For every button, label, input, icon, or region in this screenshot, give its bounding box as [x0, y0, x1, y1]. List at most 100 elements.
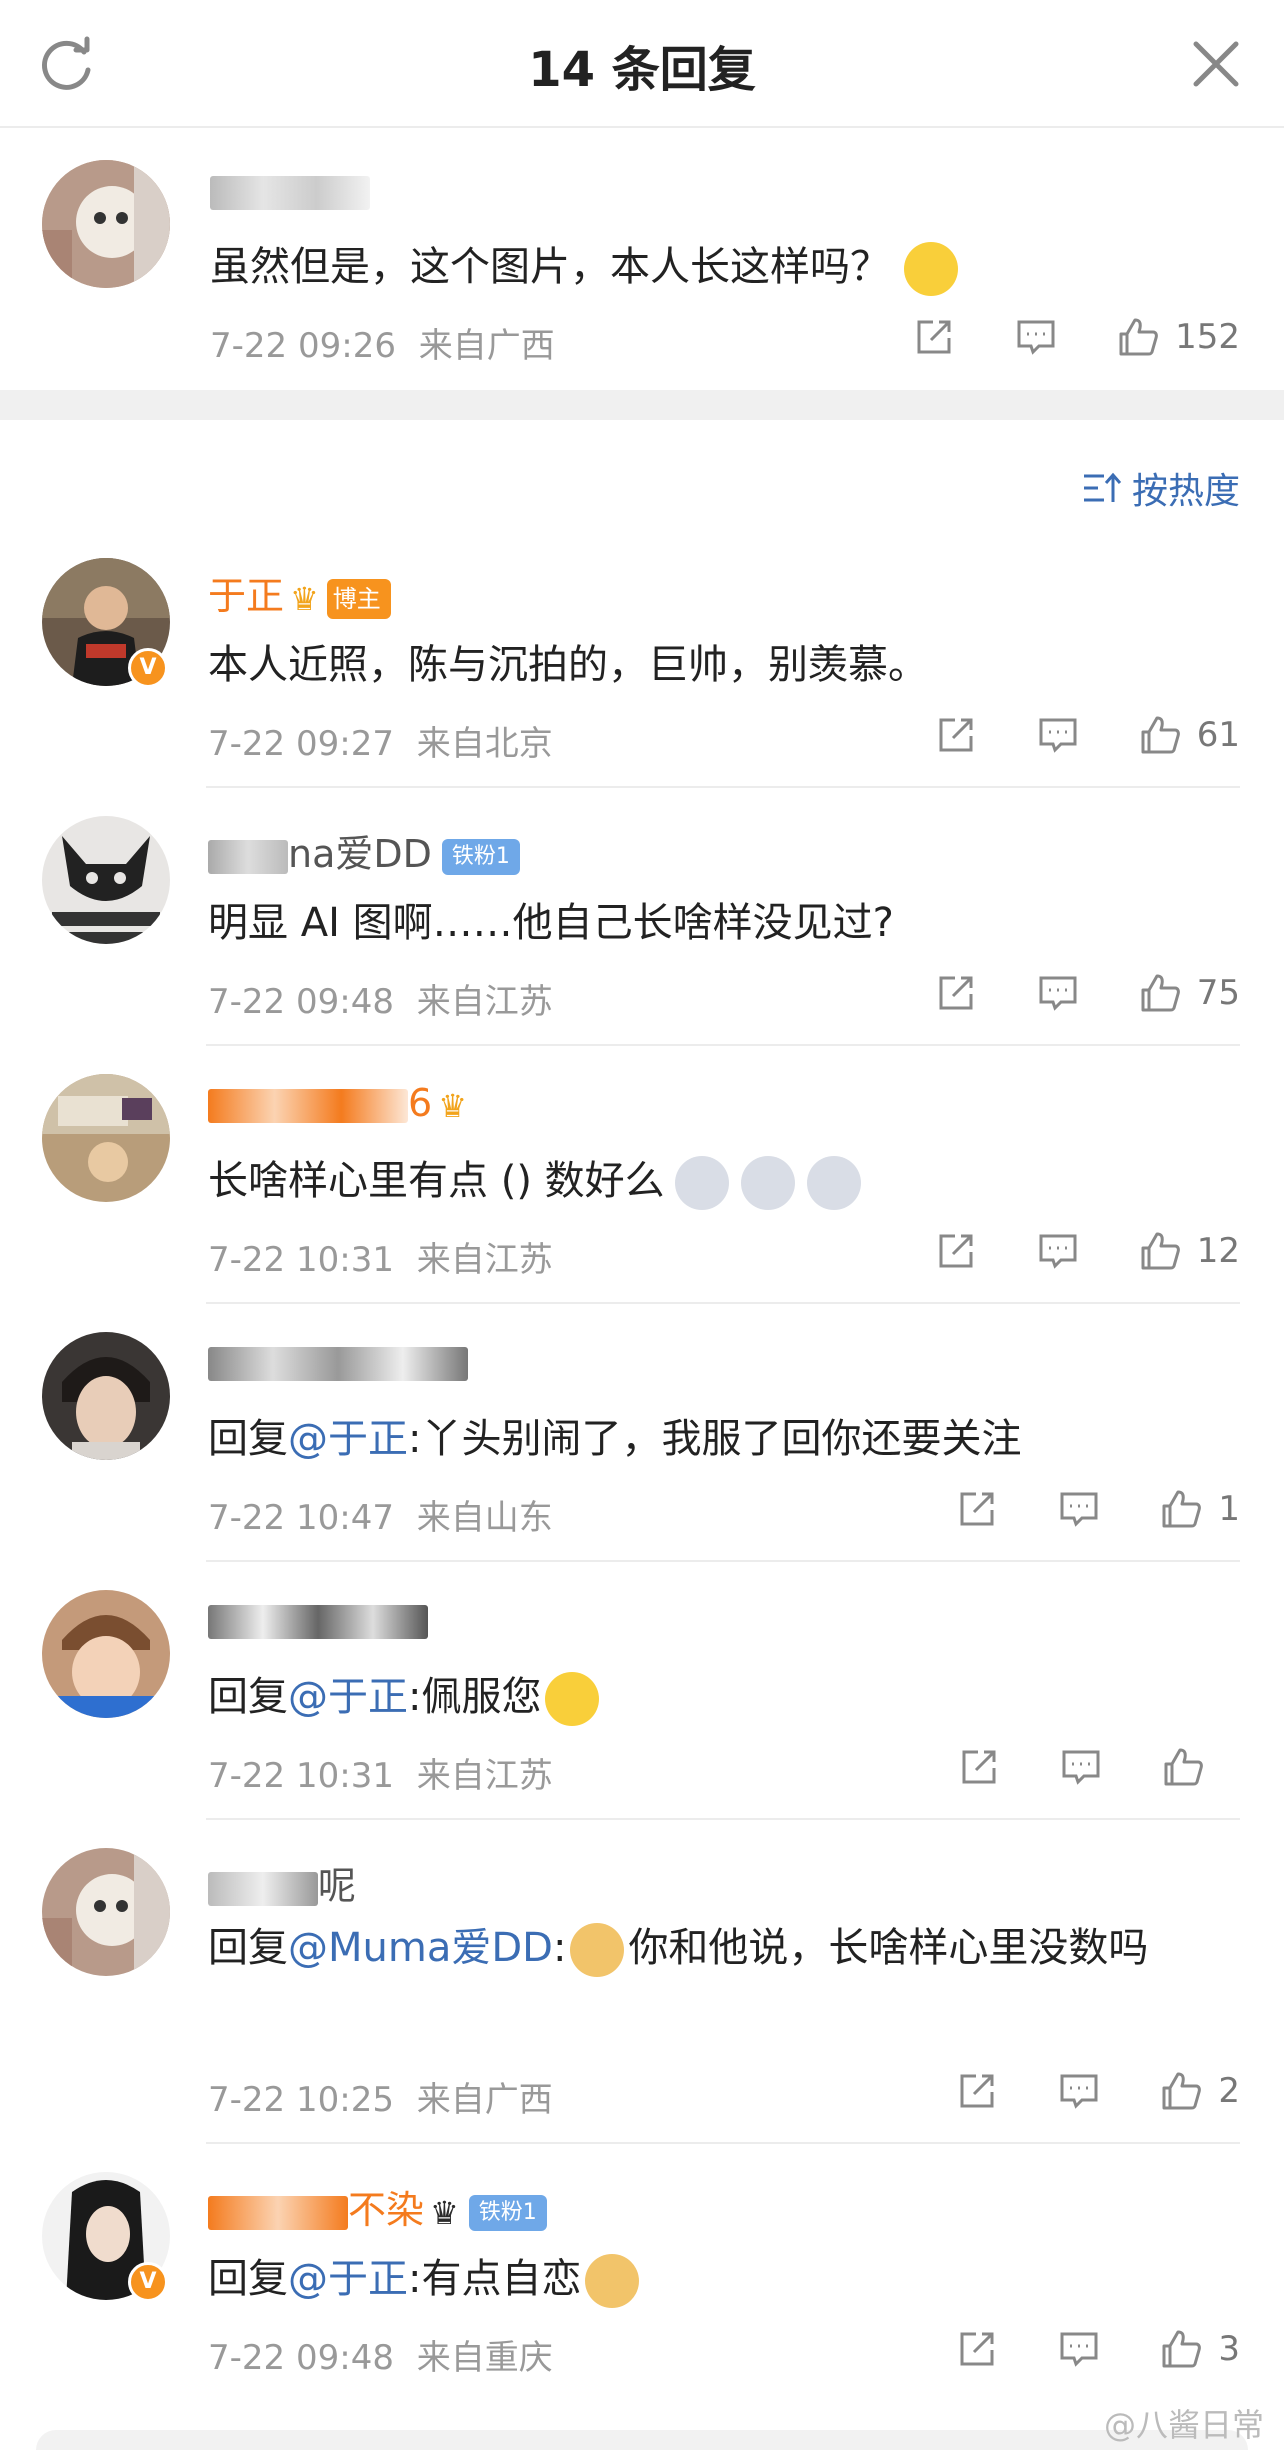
- like-button[interactable]: 12: [1137, 1228, 1240, 1274]
- username: 于正: [208, 574, 285, 618]
- like-button[interactable]: 2: [1158, 2068, 1240, 2114]
- avatar[interactable]: [42, 1848, 170, 1976]
- verified-badge-icon: V: [128, 2262, 168, 2302]
- location: 来自广西: [416, 2080, 553, 2120]
- blurred-username: [208, 1604, 428, 1639]
- comment-meta: 7-22 09:27 来自北京: [208, 716, 553, 765]
- comment-icon[interactable]: [1035, 712, 1081, 758]
- comment-body: 你和他说，长啥样心里没数吗: [628, 1925, 1149, 1971]
- fan-badge: 铁粉1: [468, 2194, 547, 2231]
- comment-text: 明显 AI 图啊……他自己长啥样没见过?: [208, 900, 894, 946]
- location: 来自江苏: [416, 982, 553, 1022]
- like-count: 3: [1218, 2329, 1240, 2369]
- comment-icon[interactable]: [1058, 1744, 1104, 1790]
- comment-actions: 12: [933, 1228, 1240, 1274]
- avatar[interactable]: [42, 1074, 170, 1202]
- thumbs-up-icon: [1162, 1490, 1202, 1528]
- root-comment: 虽然但是，这个图片，本人长这样吗？ 7-22 09:26 来自广西 152: [0, 128, 1284, 390]
- page-title: 14 条回复: [528, 42, 756, 98]
- blogger-badge: 博主: [326, 578, 391, 619]
- divider: [206, 2142, 1240, 2144]
- close-icon[interactable]: [1190, 38, 1242, 90]
- comment-actions: 152: [911, 314, 1240, 360]
- like-button[interactable]: 152: [1115, 314, 1240, 360]
- share-icon[interactable]: [933, 1228, 979, 1274]
- sort-label: 按热度: [1131, 471, 1240, 512]
- comment-meta: 7-22 09:48 来自江苏: [208, 974, 553, 1023]
- commenter-name[interactable]: 呢: [208, 1855, 356, 1910]
- comment-icon[interactable]: [1035, 1228, 1081, 1274]
- crown-icon: ♛: [430, 2193, 459, 2232]
- comment-text: 回复@于正:有点自恋: [208, 2246, 640, 2308]
- share-icon[interactable]: [954, 2326, 1000, 2372]
- commenter-name[interactable]: 于正 ♛ 博主: [208, 565, 391, 620]
- comment-icon[interactable]: [1035, 970, 1081, 1016]
- comment-actions: 3: [954, 2326, 1240, 2372]
- mention-link[interactable]: @于正: [288, 1416, 408, 1462]
- sort-toggle[interactable]: 按热度: [1082, 462, 1240, 514]
- commenter-name[interactable]: [210, 168, 370, 212]
- like-count: 152: [1175, 317, 1240, 357]
- timestamp: 7-22 10:25: [208, 2080, 394, 2120]
- comment-text: 长啥样心里有点 () 数好么: [208, 1148, 861, 1210]
- dog-emoji-icon: [674, 1156, 729, 1210]
- mention-link[interactable]: @于正: [288, 2256, 408, 2302]
- mention-link[interactable]: @于正: [288, 1674, 408, 1720]
- comment-text: 虽然但是，这个图片，本人长这样吗？: [210, 234, 958, 296]
- share-icon[interactable]: [954, 1486, 1000, 1532]
- comment-text: 回复@Muma爱DD: 你和他说，长啥样心里没数吗: [208, 1914, 1284, 1982]
- avatar[interactable]: [42, 1590, 170, 1718]
- commenter-name[interactable]: [208, 1597, 428, 1641]
- share-icon[interactable]: [911, 314, 957, 360]
- share-icon[interactable]: [933, 970, 979, 1016]
- avatar[interactable]: [42, 160, 170, 288]
- divider: [206, 1560, 1240, 1562]
- mention-link[interactable]: @Muma爱DD: [288, 1925, 553, 1971]
- comment-meta: 7-22 10:25 来自广西: [208, 2072, 553, 2121]
- comment-meta: 7-22 10:47 来自山东: [208, 1490, 553, 1539]
- commenter-name[interactable]: na爱DD 铁粉1: [208, 823, 520, 878]
- avatar[interactable]: [42, 816, 170, 944]
- like-button[interactable]: 1: [1158, 1486, 1240, 1532]
- comment-icon[interactable]: [1056, 2068, 1102, 2114]
- section-divider: [0, 390, 1284, 420]
- comment-meta: 7-22 10:31 来自江苏: [208, 1748, 553, 1797]
- thumbs-up-icon: [1141, 1232, 1180, 1270]
- comment-actions: 75: [933, 970, 1240, 1016]
- blurred-username: [208, 2195, 348, 2230]
- divider: [206, 1044, 1240, 1046]
- comment-icon[interactable]: [1056, 2326, 1102, 2372]
- location: 来自重庆: [416, 2338, 553, 2378]
- share-icon[interactable]: [956, 1744, 1002, 1790]
- reply-input-bar[interactable]: [36, 2430, 1248, 2450]
- location: 来自山东: [416, 1498, 553, 1538]
- comment-actions: 1: [954, 1486, 1240, 1532]
- like-button[interactable]: 75: [1137, 970, 1240, 1016]
- share-icon[interactable]: [954, 2068, 1000, 2114]
- divider: [206, 1302, 1240, 1304]
- timestamp: 7-22 10:31: [208, 1756, 394, 1796]
- avatar[interactable]: [42, 1332, 170, 1460]
- location: 来自广西: [418, 326, 555, 366]
- commenter-name[interactable]: [208, 1339, 468, 1383]
- verified-badge-icon: V: [128, 648, 168, 688]
- comment-actions: [956, 1744, 1240, 1790]
- commenter-name[interactable]: 不染 ♛ 铁粉1: [208, 2179, 547, 2234]
- comment-icon[interactable]: [1013, 314, 1059, 360]
- share-icon[interactable]: [933, 712, 979, 758]
- thumbs-up-icon: [1119, 318, 1158, 356]
- divider: [206, 1818, 1240, 1820]
- watermark: @八酱日常: [1103, 2406, 1264, 2444]
- like-button[interactable]: 3: [1158, 2326, 1240, 2372]
- commenter-name[interactable]: 6 ♛: [208, 1081, 467, 1125]
- comment-icon[interactable]: [1056, 1486, 1102, 1532]
- comment-body: 长啥样心里有点 () 数好么: [208, 1158, 665, 1204]
- like-button[interactable]: [1160, 1744, 1240, 1790]
- thumbs-up-icon: [1141, 716, 1180, 754]
- fan-badge: 铁粉1: [441, 838, 520, 875]
- like-button[interactable]: 61: [1137, 712, 1240, 758]
- laughing-emoji-icon: [904, 242, 958, 296]
- like-count: 75: [1196, 973, 1240, 1013]
- doge-emoji-icon: [570, 1923, 625, 1977]
- location: 来自江苏: [416, 1240, 553, 1280]
